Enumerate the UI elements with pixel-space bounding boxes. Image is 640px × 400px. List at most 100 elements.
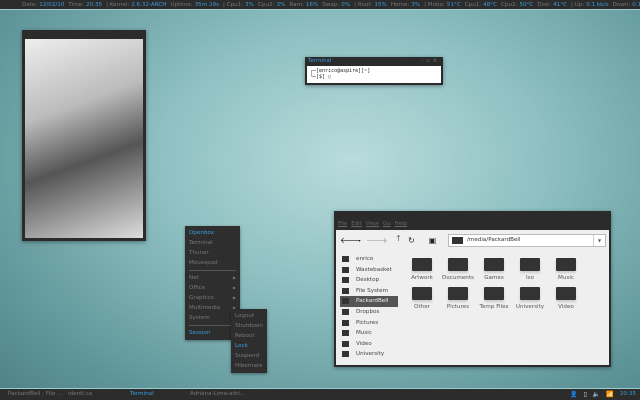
terminal-window[interactable]: Terminal -▫× ┌─[enrico@aspire][~] └─[$] … (305, 57, 443, 85)
status-label: Home: (390, 2, 410, 8)
menu-item-graphics[interactable]: Graphics ▶ (185, 293, 240, 303)
reload-icon[interactable]: ↻ (405, 236, 418, 245)
sidebar-item-wastebasket[interactable]: Wastebasket (340, 265, 398, 276)
status-value: 20:35 (85, 2, 103, 8)
menu-go[interactable]: Go (383, 221, 391, 227)
forward-dropdown-icon[interactable]: ▾ (379, 238, 392, 243)
menu-item-thunar[interactable]: Thunar (185, 248, 240, 258)
battery-icon[interactable]: ▯ (584, 389, 587, 400)
menu-item-label: Openbox (189, 230, 215, 236)
location-mode-icon[interactable]: ▣ (426, 236, 439, 245)
task-image-viewer[interactable]: Adriana-Lima-adri... (190, 389, 245, 400)
menu-item-label: System (189, 315, 210, 321)
folder-icon (342, 256, 349, 262)
menu-item-label: Session (189, 330, 211, 336)
window-controls[interactable]: -▫× (422, 57, 440, 66)
status-label: Uptime: (170, 2, 193, 8)
menu-item-net[interactable]: Net ▶ (185, 273, 240, 283)
sidebar-item-music[interactable]: Music (340, 328, 398, 339)
back-icon[interactable]: 🡐 (340, 235, 361, 245)
file-manager-window[interactable]: File Edit View Go Help 🡐 ▾ 🡒 ▾ 🡑 ↻ ▣ /media/… (334, 211, 611, 367)
folder-university[interactable]: University (512, 287, 548, 310)
sidebar-item-label: Pictures (356, 319, 379, 326)
status-bar: Date: 12/02/10 Time: 20:35 | Kernel: 2.6.32-A… (0, 0, 640, 10)
folder-pictures[interactable]: Pictures (440, 287, 476, 310)
menu-file[interactable]: File (338, 221, 347, 227)
sidebar-item-label: University (356, 351, 385, 358)
folder-icon (556, 258, 576, 271)
folder-icon (484, 258, 504, 271)
sidebar-item-enrico[interactable]: enrico (340, 254, 398, 265)
volume-icon[interactable]: 🔈 (593, 389, 600, 400)
forward-icon[interactable]: 🡒 (366, 235, 387, 245)
folder-artwork[interactable]: Artwork (404, 258, 440, 281)
menu-item-hibernate[interactable]: Hibernate (231, 361, 267, 371)
folder-video[interactable]: Video (548, 287, 584, 310)
sidebar: enrico Wastebasket Desktop File System Packa… (340, 254, 398, 360)
user-icon[interactable]: 👤 (570, 389, 577, 400)
status-label: Time: (68, 2, 84, 8)
chevron-right-icon: ▶ (232, 295, 236, 300)
menu-item-label: Mousepad (189, 260, 218, 266)
folder-documents[interactable]: Documents (440, 258, 476, 281)
sidebar-item-label: PackardBell (356, 298, 389, 305)
task-file-manager[interactable]: PackardBell - File ... (8, 389, 62, 400)
menu-item-office[interactable]: Office ▶ (185, 283, 240, 293)
folder-icon (342, 266, 349, 273)
folder-music[interactable]: Music (548, 258, 584, 281)
menu-edit[interactable]: Edit (351, 221, 362, 227)
sidebar-item-desktop[interactable]: Desktop (340, 275, 398, 286)
network-icon[interactable]: 📶 (606, 389, 613, 400)
task-identica[interactable]: identi.ca (68, 389, 92, 400)
menu-item-shutdown[interactable]: Shutdown (231, 321, 267, 331)
sidebar-item-file-system[interactable]: File System (340, 286, 398, 297)
menu-item-reboot[interactable]: Reboot (231, 331, 267, 341)
status-label: Date: (22, 2, 38, 8)
clock[interactable]: 20:35 (620, 389, 636, 400)
folder-label: Music (558, 275, 574, 281)
sidebar-item-label: Video (356, 340, 372, 347)
status-value: 51°C (446, 2, 461, 8)
menu-item-lock[interactable]: Lock (231, 341, 267, 351)
up-icon[interactable]: 🡑 (392, 233, 405, 247)
folder-icon (342, 340, 349, 347)
sidebar-item-pictures[interactable]: Pictures (340, 318, 398, 329)
location-bar[interactable]: /media/PackardBell ▼ (448, 234, 606, 247)
menu-separator (189, 325, 236, 326)
menu-item-logout[interactable]: Logout (231, 311, 267, 321)
menu-item-label: Reboot (235, 333, 255, 339)
terminal-body[interactable]: ┌─[enrico@aspire][~] └─[$] ▯ (307, 66, 441, 83)
sidebar-item-university[interactable]: University (340, 349, 398, 360)
menu-item-terminal[interactable]: Terminal (185, 238, 240, 248)
status-label: | Root: (354, 2, 373, 8)
menu-item-suspend[interactable]: Suspend (231, 351, 267, 361)
status-label: Disk: (537, 2, 552, 8)
image-viewer-window[interactable] (22, 30, 146, 241)
task-terminal[interactable]: Terminal (130, 389, 154, 400)
folder-icon (342, 287, 349, 294)
menu-item-openbox[interactable]: Openbox (185, 228, 240, 238)
status-label: Cpu2: (501, 2, 518, 8)
sidebar-item-video[interactable]: Video (340, 339, 398, 350)
folder-games[interactable]: Games (476, 258, 512, 281)
folder-iso[interactable]: Iso (512, 258, 548, 281)
folder-icon (342, 351, 349, 358)
status-value: 0% (341, 2, 351, 8)
chevron-down-icon[interactable]: ▼ (593, 235, 605, 246)
sidebar-item-label: Wastebasket (356, 266, 392, 273)
folder-icon (412, 287, 432, 300)
folder-icon (342, 298, 349, 305)
system-tray: 👤 ▯ 🔈 📶 20:35 (570, 389, 636, 400)
menu-item-mousepad[interactable]: Mousepad (185, 258, 240, 268)
sidebar-item-packardbell[interactable]: PackardBell (340, 296, 398, 307)
sidebar-item-dropbox[interactable]: Dropbox (340, 307, 398, 318)
menu-item-label: Net (189, 275, 199, 281)
menu-view[interactable]: View (366, 221, 379, 227)
status-label: Cpu1: (464, 2, 482, 8)
folder-label: Video (558, 304, 574, 310)
back-dropdown-icon[interactable]: ▾ (353, 238, 366, 243)
folder-other[interactable]: Other (404, 287, 440, 310)
menu-help[interactable]: Help (395, 221, 408, 227)
folder-label: Pictures (446, 304, 470, 310)
folder-temp-files[interactable]: Temp Files (476, 287, 512, 310)
